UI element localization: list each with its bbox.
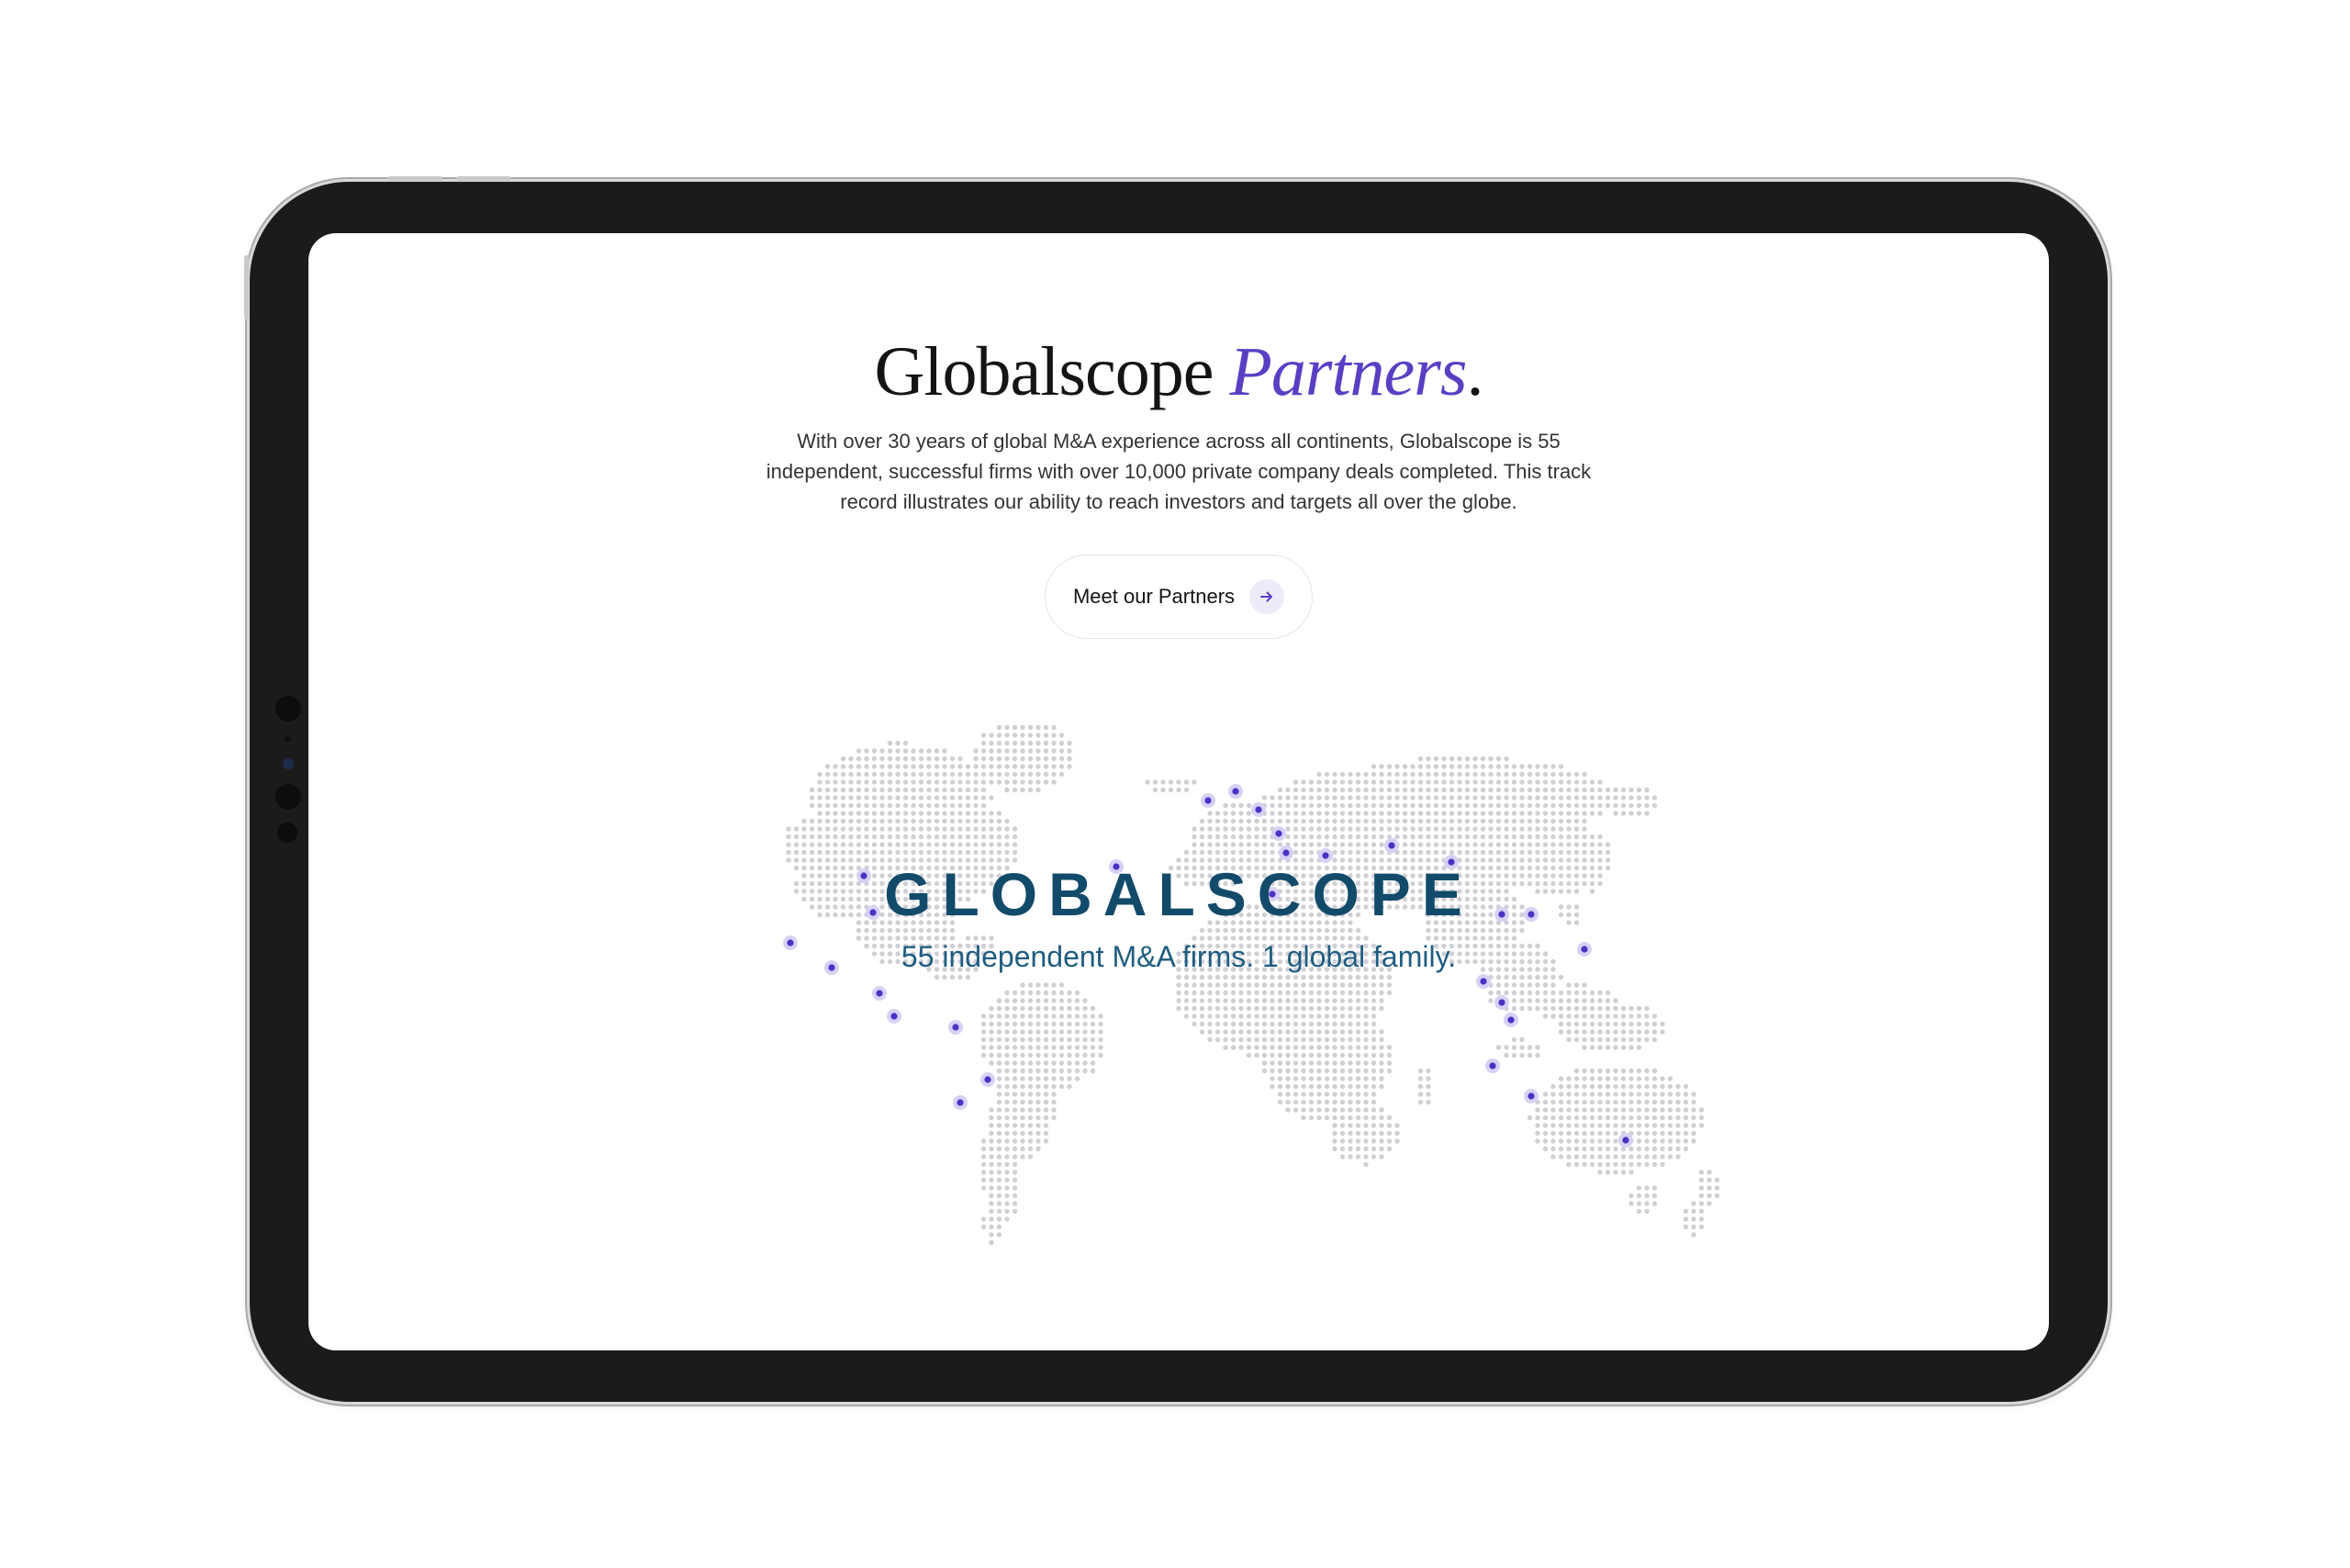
world-dot-map: [783, 724, 1720, 1246]
partner-location-dot: [1480, 978, 1487, 985]
partner-location-dot: [1204, 797, 1212, 804]
partner-location-dot: [1507, 1016, 1515, 1024]
partner-location-dot: [876, 990, 883, 997]
partner-location-dot: [1498, 999, 1505, 1006]
page-title-accent: Partners: [1229, 333, 1467, 410]
arrow-right-icon: [1249, 579, 1285, 614]
intro-paragraph: With over 30 years of global M&A experie…: [766, 430, 1592, 513]
partner-location-dot: [1275, 830, 1282, 837]
sensor-dot: [275, 696, 301, 722]
page-title: Globalscope Partners.: [874, 333, 1484, 410]
partner-location-dot: [957, 1099, 964, 1106]
sensor-dot: [285, 736, 290, 742]
volume-button-top-2: [456, 176, 511, 181]
sensor-dot: [277, 823, 297, 843]
partner-location-dot: [1282, 849, 1290, 857]
power-button: [244, 255, 249, 319]
tablet-device: Globalscope Partners. With over 30 years…: [244, 176, 2108, 1402]
partner-location-dot: [1489, 1062, 1496, 1070]
partner-location-dot: [1322, 852, 1329, 859]
partner-location-dot: [1388, 842, 1395, 849]
partner-location-dot: [1255, 806, 1262, 813]
partner-location-dot: [1528, 1092, 1535, 1100]
partner-location-dot: [1232, 788, 1239, 795]
partner-location-dot: [890, 1013, 898, 1020]
meet-partners-button[interactable]: Meet our Partners: [1045, 554, 1313, 639]
screen: Globalscope Partners. With over 30 years…: [308, 233, 2049, 1350]
sensor-dot: [275, 784, 301, 810]
camera-lens: [283, 758, 294, 769]
brand-tagline: 55 independent M&A firms. 1 global famil…: [901, 940, 1457, 973]
volume-button-top: [387, 176, 442, 181]
brand-wordmark: GLOBALSCOPE: [884, 860, 1473, 928]
partner-location-dot: [984, 1076, 991, 1083]
partner-location-dot: [1622, 1137, 1629, 1144]
partner-location-dot: [952, 1024, 959, 1031]
meet-partners-label: Meet our Partners: [1072, 585, 1236, 608]
